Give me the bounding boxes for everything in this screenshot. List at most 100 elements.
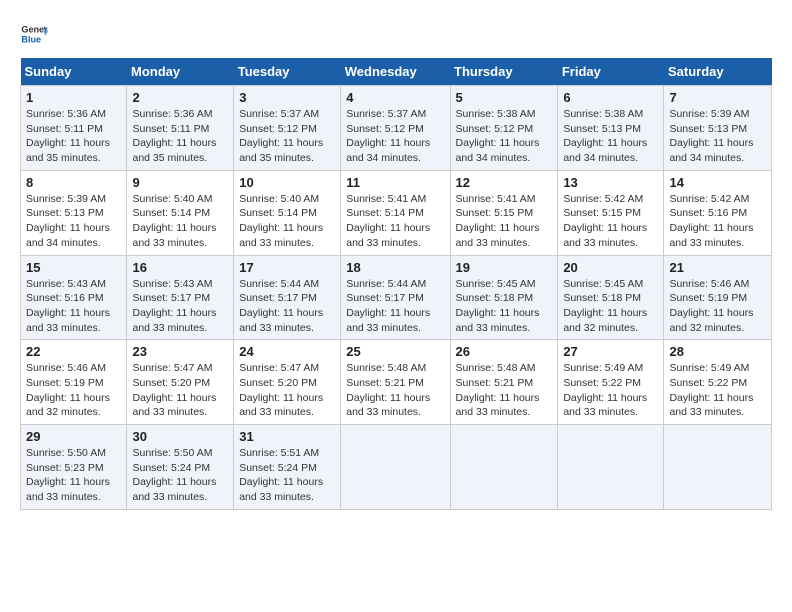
weekday-header: Thursday bbox=[450, 58, 558, 86]
weekday-header: Friday bbox=[558, 58, 664, 86]
calendar-cell: 29Sunrise: 5:50 AM Sunset: 5:23 PM Dayli… bbox=[21, 425, 127, 510]
day-number: 29 bbox=[26, 429, 121, 444]
day-info: Sunrise: 5:44 AM Sunset: 5:17 PM Dayligh… bbox=[239, 277, 335, 336]
day-number: 22 bbox=[26, 344, 121, 359]
day-info: Sunrise: 5:37 AM Sunset: 5:12 PM Dayligh… bbox=[239, 107, 335, 166]
day-number: 30 bbox=[132, 429, 228, 444]
page-header: General Blue bbox=[20, 20, 772, 48]
day-number: 14 bbox=[669, 175, 766, 190]
day-info: Sunrise: 5:48 AM Sunset: 5:21 PM Dayligh… bbox=[456, 361, 553, 420]
calendar-table: SundayMondayTuesdayWednesdayThursdayFrid… bbox=[20, 58, 772, 510]
day-info: Sunrise: 5:49 AM Sunset: 5:22 PM Dayligh… bbox=[563, 361, 658, 420]
logo-icon: General Blue bbox=[20, 20, 48, 48]
day-number: 26 bbox=[456, 344, 553, 359]
calendar-cell: 18Sunrise: 5:44 AM Sunset: 5:17 PM Dayli… bbox=[341, 255, 450, 340]
calendar-cell: 30 Sunrise: 5:50 AM Sunset: 5:24 PM Dayli… bbox=[127, 425, 234, 510]
calendar-cell: 4Sunrise: 5:37 AM Sunset: 5:12 PM Daylig… bbox=[341, 86, 450, 171]
day-number: 8 bbox=[26, 175, 121, 190]
calendar-cell: 8 Sunrise: 5:39 AM Sunset: 5:13 PM Daylig… bbox=[21, 170, 127, 255]
day-number: 25 bbox=[346, 344, 444, 359]
day-number: 27 bbox=[563, 344, 658, 359]
day-number: 31 bbox=[239, 429, 335, 444]
day-info: Sunrise: 5:38 AM Sunset: 5:12 PM Dayligh… bbox=[456, 107, 553, 166]
day-number: 11 bbox=[346, 175, 444, 190]
logo: General Blue bbox=[20, 20, 48, 48]
day-number: 24 bbox=[239, 344, 335, 359]
empty-cell bbox=[664, 425, 772, 510]
day-info: Sunrise: 5:46 AM Sunset: 5:19 PM Dayligh… bbox=[669, 277, 766, 336]
calendar-cell: 15 Sunrise: 5:43 AM Sunset: 5:16 PM Dayli… bbox=[21, 255, 127, 340]
calendar-cell: 26 Sunrise: 5:48 AM Sunset: 5:21 PM Dayli… bbox=[450, 340, 558, 425]
day-info: Sunrise: 5:36 AM Sunset: 5:11 PM Dayligh… bbox=[26, 107, 121, 166]
weekday-header: Monday bbox=[127, 58, 234, 86]
day-number: 20 bbox=[563, 260, 658, 275]
calendar-cell: 12Sunrise: 5:41 AM Sunset: 5:15 PM Dayli… bbox=[450, 170, 558, 255]
day-number: 7 bbox=[669, 90, 766, 105]
day-info: Sunrise: 5:43 AM Sunset: 5:17 PM Dayligh… bbox=[132, 277, 228, 336]
weekday-header: Tuesday bbox=[234, 58, 341, 86]
day-info: Sunrise: 5:51 AM Sunset: 5:24 PM Dayligh… bbox=[239, 446, 335, 505]
day-info: Sunrise: 5:47 AM Sunset: 5:20 PM Dayligh… bbox=[132, 361, 228, 420]
weekday-header: Saturday bbox=[664, 58, 772, 86]
calendar-cell: 14 Sunrise: 5:42 AM Sunset: 5:16 PM Dayli… bbox=[664, 170, 772, 255]
day-number: 13 bbox=[563, 175, 658, 190]
calendar-cell: 7 Sunrise: 5:39 AM Sunset: 5:13 PM Daylig… bbox=[664, 86, 772, 171]
day-number: 28 bbox=[669, 344, 766, 359]
day-info: Sunrise: 5:46 AM Sunset: 5:19 PM Dayligh… bbox=[26, 361, 121, 420]
day-number: 5 bbox=[456, 90, 553, 105]
calendar-cell: 24 Sunrise: 5:47 AM Sunset: 5:20 PM Dayli… bbox=[234, 340, 341, 425]
empty-cell bbox=[450, 425, 558, 510]
day-info: Sunrise: 5:47 AM Sunset: 5:20 PM Dayligh… bbox=[239, 361, 335, 420]
day-info: Sunrise: 5:40 AM Sunset: 5:14 PM Dayligh… bbox=[239, 192, 335, 251]
calendar-cell: 5 Sunrise: 5:38 AM Sunset: 5:12 PM Daylig… bbox=[450, 86, 558, 171]
calendar-cell: 3 Sunrise: 5:37 AM Sunset: 5:12 PM Daylig… bbox=[234, 86, 341, 171]
day-number: 21 bbox=[669, 260, 766, 275]
calendar-cell: 6Sunrise: 5:38 AM Sunset: 5:13 PM Daylig… bbox=[558, 86, 664, 171]
day-info: Sunrise: 5:45 AM Sunset: 5:18 PM Dayligh… bbox=[456, 277, 553, 336]
day-number: 17 bbox=[239, 260, 335, 275]
day-info: Sunrise: 5:42 AM Sunset: 5:15 PM Dayligh… bbox=[563, 192, 658, 251]
day-number: 19 bbox=[456, 260, 553, 275]
day-info: Sunrise: 5:43 AM Sunset: 5:16 PM Dayligh… bbox=[26, 277, 121, 336]
day-number: 9 bbox=[132, 175, 228, 190]
day-info: Sunrise: 5:40 AM Sunset: 5:14 PM Dayligh… bbox=[132, 192, 228, 251]
day-number: 18 bbox=[346, 260, 444, 275]
calendar-cell: 2 Sunrise: 5:36 AM Sunset: 5:11 PM Daylig… bbox=[127, 86, 234, 171]
calendar-cell: 19 Sunrise: 5:45 AM Sunset: 5:18 PM Dayli… bbox=[450, 255, 558, 340]
calendar-cell: 16 Sunrise: 5:43 AM Sunset: 5:17 PM Dayli… bbox=[127, 255, 234, 340]
calendar-cell: 31 Sunrise: 5:51 AM Sunset: 5:24 PM Dayli… bbox=[234, 425, 341, 510]
calendar-cell: 22 Sunrise: 5:46 AM Sunset: 5:19 PM Dayli… bbox=[21, 340, 127, 425]
calendar-cell: 28 Sunrise: 5:49 AM Sunset: 5:22 PM Dayli… bbox=[664, 340, 772, 425]
day-info: Sunrise: 5:50 AM Sunset: 5:24 PM Dayligh… bbox=[132, 446, 228, 505]
calendar-cell: 21 Sunrise: 5:46 AM Sunset: 5:19 PM Dayli… bbox=[664, 255, 772, 340]
calendar-cell: 9 Sunrise: 5:40 AM Sunset: 5:14 PM Daylig… bbox=[127, 170, 234, 255]
day-number: 16 bbox=[132, 260, 228, 275]
calendar-cell: 13 Sunrise: 5:42 AM Sunset: 5:15 PM Dayli… bbox=[558, 170, 664, 255]
calendar-cell: 20Sunrise: 5:45 AM Sunset: 5:18 PM Dayli… bbox=[558, 255, 664, 340]
day-info: Sunrise: 5:41 AM Sunset: 5:14 PM Dayligh… bbox=[346, 192, 444, 251]
day-number: 1 bbox=[26, 90, 121, 105]
svg-text:Blue: Blue bbox=[21, 34, 41, 44]
calendar-cell: 11 Sunrise: 5:41 AM Sunset: 5:14 PM Dayli… bbox=[341, 170, 450, 255]
day-info: Sunrise: 5:42 AM Sunset: 5:16 PM Dayligh… bbox=[669, 192, 766, 251]
day-info: Sunrise: 5:39 AM Sunset: 5:13 PM Dayligh… bbox=[26, 192, 121, 251]
day-info: Sunrise: 5:36 AM Sunset: 5:11 PM Dayligh… bbox=[132, 107, 228, 166]
calendar-cell: 25Sunrise: 5:48 AM Sunset: 5:21 PM Dayli… bbox=[341, 340, 450, 425]
empty-cell bbox=[558, 425, 664, 510]
calendar-cell: 17 Sunrise: 5:44 AM Sunset: 5:17 PM Dayli… bbox=[234, 255, 341, 340]
day-number: 12 bbox=[456, 175, 553, 190]
day-info: Sunrise: 5:49 AM Sunset: 5:22 PM Dayligh… bbox=[669, 361, 766, 420]
weekday-header: Sunday bbox=[21, 58, 127, 86]
empty-cell bbox=[341, 425, 450, 510]
calendar-cell: 23 Sunrise: 5:47 AM Sunset: 5:20 PM Dayli… bbox=[127, 340, 234, 425]
day-info: Sunrise: 5:38 AM Sunset: 5:13 PM Dayligh… bbox=[563, 107, 658, 166]
calendar-cell: 10 Sunrise: 5:40 AM Sunset: 5:14 PM Dayli… bbox=[234, 170, 341, 255]
weekday-header: Wednesday bbox=[341, 58, 450, 86]
day-number: 15 bbox=[26, 260, 121, 275]
day-number: 23 bbox=[132, 344, 228, 359]
day-number: 4 bbox=[346, 90, 444, 105]
day-info: Sunrise: 5:39 AM Sunset: 5:13 PM Dayligh… bbox=[669, 107, 766, 166]
day-number: 2 bbox=[132, 90, 228, 105]
day-number: 10 bbox=[239, 175, 335, 190]
day-number: 3 bbox=[239, 90, 335, 105]
